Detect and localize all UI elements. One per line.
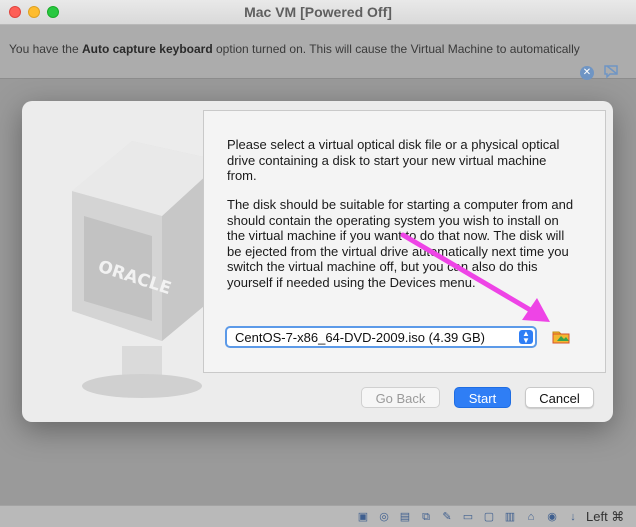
hard-disk-icon[interactable]: ▣ — [356, 510, 370, 524]
choose-disk-file-button[interactable] — [551, 326, 571, 346]
window-titlebar: Mac VM [Powered Off] — [0, 0, 636, 25]
start-disk-dialog: ORACLE Please select a virtual optical d… — [22, 101, 613, 422]
virtualbox-logo-icon: ORACLE — [72, 141, 222, 398]
host-key-label: Left ⌘ — [586, 509, 625, 524]
mouse-integration-icon[interactable]: ◉ — [545, 510, 559, 524]
notice-suffix: option turned on. This will cause the Vi… — [212, 42, 580, 56]
chevron-updown-icon: ▲ ▼ — [519, 330, 533, 345]
cpu-icon[interactable]: ⌂ — [524, 510, 538, 524]
optical-drive-icon[interactable]: ◎ — [377, 510, 391, 524]
notice-message: You have the Auto capture keyboard optio… — [9, 42, 580, 56]
host-key-indicator-icon[interactable]: ↓ — [566, 510, 580, 524]
display-icon[interactable]: ▢ — [482, 510, 496, 524]
go-back-button[interactable]: Go Back — [361, 387, 440, 408]
keyboard-capture-notice: You have the Auto capture keyboard optio… — [0, 25, 636, 80]
disk-description-text: The disk should be suitable for starting… — [227, 197, 574, 290]
notice-bold: Auto capture keyboard — [81, 42, 213, 56]
suppress-notice-icon[interactable] — [604, 65, 620, 79]
vm-statusbar: ▣ ◎ ▤ ⧉ ✎ ▭ ▢ ▥ ⌂ ◉ ↓ Left ⌘ — [0, 505, 636, 527]
folder-icon — [552, 331, 570, 344]
start-button[interactable]: Start — [454, 387, 511, 408]
shared-folder-icon[interactable]: ▭ — [461, 510, 475, 524]
recording-icon[interactable]: ▥ — [503, 510, 517, 524]
instruction-text: Please select a virtual optical disk fil… — [227, 137, 560, 183]
close-notice-icon[interactable]: ✕ — [580, 66, 594, 80]
selected-disk-value: CentOS-7-x86_64-DVD-2009.iso (4.39 GB) — [235, 330, 486, 345]
network-icon[interactable]: ⧉ — [419, 510, 433, 524]
window-title: Mac VM [Powered Off] — [244, 4, 392, 20]
disk-select-dropdown[interactable]: CentOS-7-x86_64-DVD-2009.iso (4.39 GB) ▲… — [225, 326, 537, 348]
audio-icon[interactable]: ▤ — [398, 510, 412, 524]
usb-icon[interactable]: ✎ — [440, 510, 454, 524]
notice-prefix: You have the — [9, 42, 82, 56]
dialog-content-panel: Please select a virtual optical disk fil… — [203, 110, 606, 373]
cancel-button[interactable]: Cancel — [525, 387, 594, 408]
